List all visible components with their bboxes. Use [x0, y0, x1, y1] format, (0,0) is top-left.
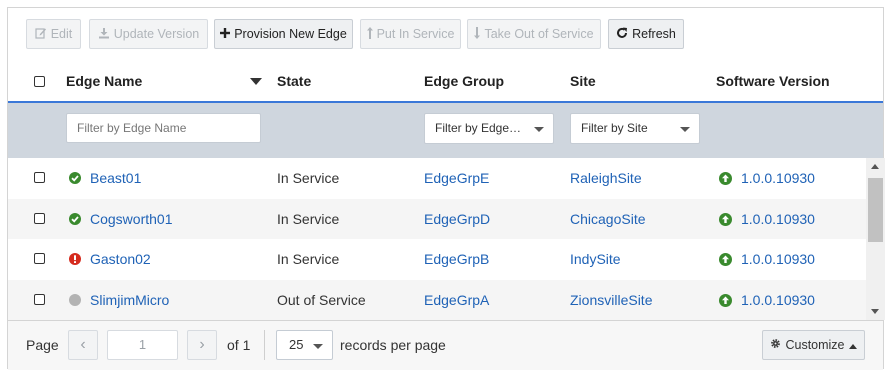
scrollbar-thumb[interactable] [868, 178, 883, 242]
table-row[interactable]: Gaston02 In Service EdgeGrpB IndySite 1.… [8, 239, 866, 280]
next-page-button[interactable]: › [187, 330, 217, 360]
take-out-of-service-label: Take Out of Service [484, 27, 594, 41]
records-per-page-value: 25 [289, 337, 304, 352]
edge-name-filter-input[interactable]: Filter by Edge Name [66, 113, 261, 143]
table-row[interactable]: Beast01 In Service EdgeGrpE RaleighSite … [8, 158, 866, 199]
scroll-up-arrow-icon[interactable] [871, 164, 879, 169]
upgrade-available-icon [719, 172, 732, 185]
site-link[interactable]: ZionsvilleSite [570, 280, 652, 321]
edge-grid-panel: Edit Update Version Provision New Edge P… [7, 7, 885, 370]
column-header-state[interactable]: State [277, 62, 311, 101]
customize-label: Customize [785, 338, 845, 352]
update-version-label: Update Version [113, 27, 200, 41]
chevron-down-icon [313, 344, 323, 349]
table-body: Beast01 In Service EdgeGrpE RaleighSite … [8, 158, 866, 320]
select-all-checkbox[interactable] [34, 76, 45, 87]
table-row[interactable]: Cogsworth01 In Service EdgeGrpD ChicagoS… [8, 198, 866, 240]
filter-row: Filter by Edge Name Filter by Edge… Filt… [8, 103, 883, 158]
software-version-link[interactable]: 1.0.0.10930 [741, 239, 815, 280]
download-icon [98, 27, 110, 41]
refresh-icon [616, 27, 628, 41]
edge-group-link[interactable]: EdgeGrpB [424, 239, 489, 280]
status-ok-icon [69, 212, 81, 225]
plus-icon [220, 28, 231, 40]
software-version-link[interactable]: 1.0.0.10930 [741, 158, 815, 199]
upgrade-available-icon [719, 253, 732, 266]
arrow-down-icon [474, 27, 481, 41]
table-header: Edge Name State Edge Group Site Software… [8, 62, 883, 103]
page-number-input[interactable]: 1 [107, 330, 178, 360]
table-row[interactable]: SlimjimMicro Out of Service EdgeGrpA Zio… [8, 279, 866, 321]
scroll-down-arrow-icon[interactable] [871, 309, 879, 314]
put-in-service-label: Put In Service [376, 27, 455, 41]
upgrade-available-icon [719, 212, 732, 226]
edge-group-link[interactable]: EdgeGrpD [424, 199, 490, 240]
provision-new-edge-button[interactable]: Provision New Edge [214, 19, 353, 49]
chevron-left-icon: ‹ [80, 336, 86, 353]
take-out-of-service-button[interactable]: Take Out of Service [467, 19, 601, 49]
edit-button[interactable]: Edit [26, 19, 81, 49]
column-header-software-version[interactable]: Software Version [716, 62, 830, 101]
edit-icon [35, 27, 47, 41]
edge-name-link[interactable]: Cogsworth01 [90, 199, 173, 240]
row-checkbox[interactable] [34, 253, 45, 264]
records-per-page-select[interactable]: 25 [276, 330, 333, 360]
toolbar: Edit Update Version Provision New Edge P… [8, 8, 883, 62]
column-header-edge-name[interactable]: Edge Name [66, 62, 142, 101]
chevron-right-icon: › [199, 336, 205, 353]
site-filter-select[interactable]: Filter by Site [570, 113, 700, 144]
site-filter-value: Filter by Site [581, 121, 648, 135]
footer-divider [264, 330, 265, 360]
customize-button[interactable]: Customize [762, 330, 865, 360]
state-text: In Service [277, 210, 340, 227]
gear-icon [770, 338, 781, 352]
state-text: Out of Service [277, 291, 366, 308]
site-link[interactable]: ChicagoSite [570, 199, 646, 240]
page-label: Page [26, 337, 59, 353]
chevron-down-icon [534, 127, 544, 132]
records-per-page-label: records per page [340, 337, 446, 353]
put-in-service-button[interactable]: Put In Service [360, 19, 461, 49]
software-version-link[interactable]: 1.0.0.10930 [741, 199, 815, 240]
row-checkbox[interactable] [34, 293, 45, 305]
row-checkbox[interactable] [34, 172, 45, 183]
state-text: In Service [277, 170, 340, 186]
edge-name-link[interactable]: Gaston02 [90, 239, 151, 280]
edge-group-link[interactable]: EdgeGrpE [424, 158, 489, 199]
provision-new-edge-label: Provision New Edge [234, 27, 347, 41]
refresh-button[interactable]: Refresh [608, 19, 684, 49]
chevron-down-icon [680, 127, 690, 132]
edge-group-link[interactable]: EdgeGrpA [424, 280, 489, 321]
status-offline-icon [69, 293, 81, 306]
refresh-label: Refresh [632, 27, 676, 41]
site-link[interactable]: IndySite [570, 239, 621, 280]
row-checkbox[interactable] [34, 212, 45, 224]
column-header-edge-group[interactable]: Edge Group [424, 62, 504, 101]
edge-group-filter-value: Filter by Edge… [435, 121, 522, 135]
vertical-scrollbar[interactable] [866, 158, 885, 320]
pagination-footer: Page ‹ 1 › of 1 25 records per page Cust… [8, 320, 883, 370]
status-ok-icon [69, 172, 81, 184]
status-error-icon [69, 253, 81, 265]
previous-page-button[interactable]: ‹ [68, 330, 98, 360]
edge-name-link[interactable]: SlimjimMicro [90, 280, 169, 321]
page-count-label: of 1 [227, 337, 251, 353]
caret-up-icon [848, 338, 857, 352]
column-header-site[interactable]: Site [570, 62, 596, 101]
software-version-link[interactable]: 1.0.0.10930 [741, 280, 815, 321]
edge-group-filter-select[interactable]: Filter by Edge… [424, 113, 554, 144]
edit-button-label: Edit [50, 27, 73, 41]
state-text: In Service [277, 251, 340, 267]
edge-name-link[interactable]: Beast01 [90, 158, 141, 199]
site-link[interactable]: RaleighSite [570, 158, 642, 199]
upgrade-available-icon [719, 293, 732, 307]
update-version-button[interactable]: Update Version [89, 19, 208, 49]
arrow-up-icon [366, 27, 373, 41]
sort-descending-icon[interactable] [250, 78, 262, 85]
